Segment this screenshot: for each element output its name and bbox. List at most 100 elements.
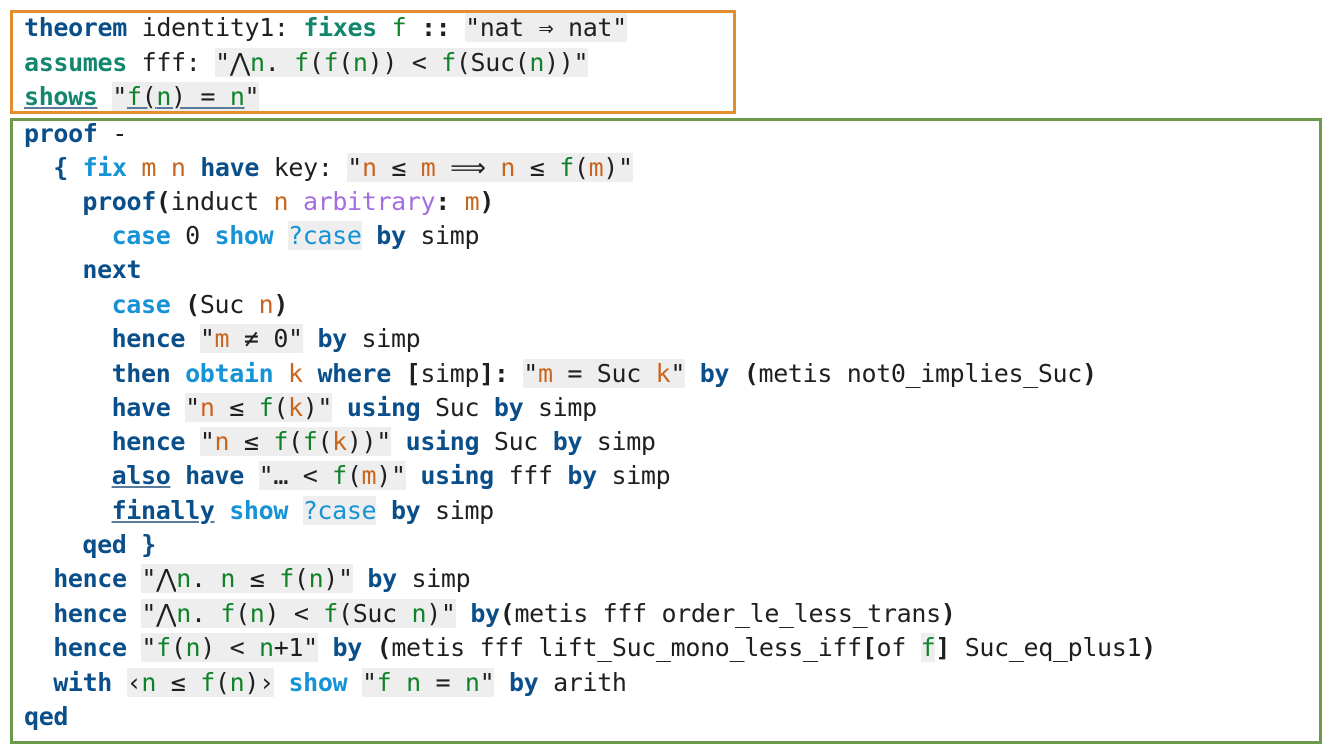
code-line[interactable]: hence "⋀n. f(n) < f(Suc n)" by(metis fff… — [53, 597, 956, 631]
code-token: f — [126, 82, 142, 111]
code-token: (Suc — [338, 599, 412, 628]
code-line[interactable]: qed — [24, 700, 68, 734]
code-token: by — [470, 599, 500, 628]
code-token: ( — [376, 633, 392, 662]
code-token: by — [508, 668, 539, 697]
code-line[interactable]: finally show ?case by simp — [112, 494, 494, 528]
code-line[interactable]: proof(induct n arbitrary: m) — [82, 185, 494, 219]
code-token: also — [111, 461, 171, 490]
code-token: ) < — [200, 633, 260, 662]
code-token: ≠ 0" — [229, 324, 303, 353]
code-token: m — [537, 359, 553, 388]
code-token: metis fff order_le_less_trans — [514, 599, 941, 628]
code-token: ( — [338, 48, 353, 77]
code-line[interactable]: case (Suc n) — [112, 288, 289, 322]
code-token: ( — [141, 82, 157, 111]
code-token: ( — [308, 48, 324, 77]
code-token: n — [464, 668, 480, 697]
code-token: simp — [596, 461, 671, 490]
code-token: "… < — [258, 461, 333, 490]
code-line[interactable]: with ‹n ≤ f(n)› show "f n = n" by arith — [53, 666, 627, 700]
code-token: simp — [405, 221, 480, 250]
code-token: " — [244, 82, 260, 111]
code-token: hence — [53, 599, 127, 628]
code-line[interactable]: theorem identity1: fixes f :: "nat ⇒ nat… — [24, 11, 627, 45]
code-token: = Suc — [552, 359, 656, 388]
code-token: arbitrary — [302, 187, 436, 216]
code-token: ( — [273, 393, 289, 422]
code-token: by — [376, 221, 406, 250]
code-token: ≤ — [229, 427, 274, 456]
code-line[interactable]: also have "… < f(m)" using fff by simp — [112, 459, 671, 493]
code-token: ≤ — [156, 668, 201, 697]
code-token: "⋀ — [141, 599, 177, 628]
code-token: . — [264, 48, 295, 77]
code-token: f — [332, 461, 347, 490]
code-token: [ — [861, 633, 877, 662]
code-token: have — [200, 153, 260, 182]
code-line[interactable]: proof - — [24, 117, 127, 151]
code-token: n — [361, 153, 377, 182]
code-token: f — [200, 668, 215, 697]
code-token: with — [53, 668, 112, 697]
code-token: n — [411, 599, 427, 628]
code-token: show — [214, 221, 274, 250]
code-token: ( — [170, 633, 186, 662]
code-token: m — [464, 187, 480, 216]
code-line[interactable]: hence "⋀n. n ≤ f(n)" by simp — [53, 562, 471, 596]
code-token: n — [529, 48, 545, 77]
code-token: . — [190, 599, 221, 628]
code-token: ( — [346, 461, 362, 490]
code-token: f — [376, 668, 392, 697]
code-token: ‹ — [126, 668, 142, 697]
code-token: simp — [396, 564, 471, 593]
code-line[interactable]: have "n ≤ f(k)" using Suc by simp — [112, 391, 597, 425]
code-token: then — [111, 359, 171, 388]
code-line[interactable]: assumes fff: "⋀n. f(f(n)) < f(Suc(n))" — [24, 46, 589, 80]
code-token: next — [82, 255, 142, 284]
code-token: by — [567, 461, 597, 490]
code-line[interactable]: then obtain k where [simp]: "m = Suc k" … — [112, 357, 1097, 391]
code-line[interactable]: hence "f(n) < n+1" by (metis fff lift_Su… — [53, 631, 1156, 665]
code-token: metis fff lift_Suc_mono_less_iff — [391, 633, 862, 662]
code-token: induct — [170, 187, 274, 216]
code-token: f — [441, 48, 456, 77]
code-token: )" — [603, 153, 633, 182]
code-token: using — [346, 393, 421, 422]
code-line[interactable]: case 0 show ?case by simp — [112, 219, 480, 253]
code-line[interactable]: hence "m ≠ 0" by simp — [112, 322, 421, 356]
code-token: f — [156, 633, 171, 662]
code-token: simp — [523, 393, 597, 422]
code-token: n — [273, 187, 289, 216]
code-token: arith — [538, 668, 627, 697]
code-line[interactable]: { fix m n have key: "n ≤ m ⟹ n ≤ f(m)" — [53, 151, 633, 185]
code-token: ( — [288, 427, 303, 456]
code-token: hence — [53, 633, 127, 662]
code-token: n — [199, 393, 215, 422]
code-token: by — [493, 393, 524, 422]
code-token: n — [176, 564, 191, 593]
code-token: ) — [1141, 633, 1156, 662]
code-line[interactable]: next — [82, 253, 141, 287]
code-token: shows — [24, 82, 98, 111]
code-token: simp — [420, 359, 480, 388]
code-line[interactable]: hence "n ≤ f(f(k))" using Suc by simp — [112, 425, 656, 459]
code-line[interactable]: shows "f(n) = n" — [24, 80, 260, 114]
code-token: n — [185, 633, 201, 662]
code-token: theorem — [24, 13, 127, 42]
code-line[interactable]: qed } — [82, 528, 156, 562]
code-token: - — [97, 119, 127, 148]
